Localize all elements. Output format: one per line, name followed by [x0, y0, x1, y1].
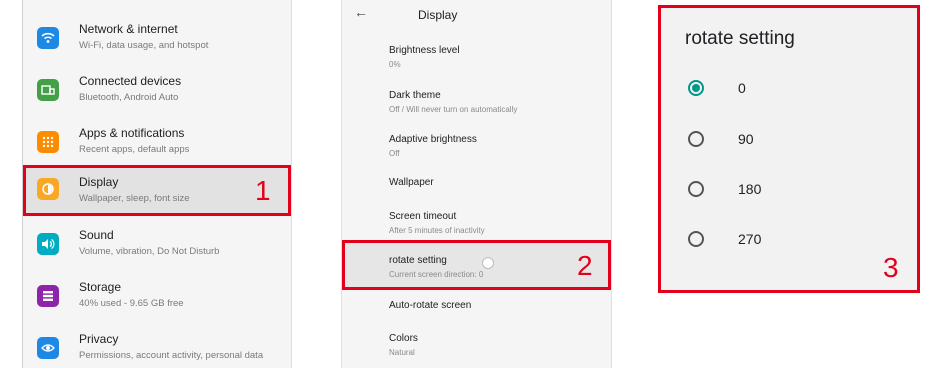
- item-title: Dark theme: [389, 90, 441, 101]
- settings-item-privacy[interactable]: Privacy Permissions, account activity, p…: [23, 326, 291, 376]
- settings-item-network[interactable]: Network & internet Wi-Fi, data usage, an…: [23, 16, 291, 66]
- radio-selected-icon[interactable]: [688, 80, 704, 96]
- callout-number-3: 3: [883, 252, 899, 283]
- item-subtitle: 40% used - 9.65 GB free: [79, 298, 184, 309]
- wifi-icon: [37, 27, 59, 49]
- display-panel: ← Display Brightness level 0% Dark theme…: [341, 0, 612, 368]
- settings-item-connected-devices[interactable]: Connected devices Bluetooth, Android Aut…: [23, 68, 291, 118]
- display-item-colors[interactable]: Colors Natural: [389, 333, 418, 357]
- item-title: Wallpaper: [389, 177, 434, 188]
- apps-icon: [37, 131, 59, 153]
- item-title: Privacy: [79, 332, 119, 346]
- item-title: Sound: [79, 228, 114, 242]
- item-subtitle: Off / Will never turn on automatically: [389, 105, 518, 114]
- storage-icon: [37, 285, 59, 307]
- app-bar: ← Display: [342, 0, 611, 28]
- dialog-title: rotate setting: [685, 28, 795, 49]
- item-subtitle: Natural: [389, 348, 415, 357]
- display-item-wallpaper[interactable]: Wallpaper: [389, 177, 434, 188]
- settings-item-sound[interactable]: Sound Volume, vibration, Do Not Disturb: [23, 222, 291, 272]
- option-label: 90: [738, 131, 754, 147]
- back-arrow-icon[interactable]: ←: [354, 4, 368, 20]
- settings-item-storage[interactable]: Storage 40% used - 9.65 GB free: [23, 274, 291, 324]
- callout-number-1: 1: [255, 175, 271, 206]
- item-subtitle: Volume, vibration, Do Not Disturb: [79, 246, 220, 257]
- item-subtitle: After 5 minutes of inactivity: [389, 226, 485, 235]
- item-title: Colors: [389, 333, 418, 344]
- option-label: 0: [738, 80, 746, 96]
- display-item-rotate-setting[interactable]: rotate setting Current screen direction:…: [389, 255, 483, 279]
- highlight-box-1: [23, 165, 291, 216]
- rotate-setting-dialog: rotate setting 0 90 180 270: [658, 5, 920, 293]
- item-subtitle: Wi-Fi, data usage, and hotspot: [79, 40, 209, 51]
- display-item-adaptive-brightness[interactable]: Adaptive brightness Off: [389, 134, 477, 158]
- callout-number-2: 2: [577, 250, 593, 281]
- item-title: Screen timeout: [389, 211, 457, 222]
- display-item-dark-theme[interactable]: Dark theme Off / Will never turn on auto…: [389, 90, 517, 114]
- display-panel-bg-top: [342, 0, 611, 240]
- item-subtitle: Off: [389, 149, 400, 158]
- display-item-screen-timeout[interactable]: Screen timeout After 5 minutes of inacti…: [389, 211, 485, 235]
- display-panel-bg-bottom: [342, 290, 611, 368]
- radio-unselected-icon[interactable]: [688, 131, 704, 147]
- connected-devices-icon: [37, 79, 59, 101]
- item-subtitle: Permissions, account activity, personal …: [79, 350, 264, 361]
- item-subtitle: 0%: [389, 60, 401, 69]
- radio-unselected-icon[interactable]: [688, 181, 704, 197]
- item-title: Apps & notifications: [79, 126, 185, 140]
- display-item-brightness[interactable]: Brightness level 0%: [389, 45, 460, 69]
- item-subtitle: Current screen direction: 0: [389, 270, 484, 279]
- settings-item-apps[interactable]: Apps & notifications Recent apps, defaul…: [23, 120, 291, 170]
- item-title: Brightness level: [389, 45, 460, 56]
- item-title: Auto-rotate screen: [389, 300, 472, 311]
- privacy-icon: [37, 337, 59, 359]
- item-title: Adaptive brightness: [389, 134, 477, 145]
- item-title: rotate setting: [389, 255, 447, 266]
- item-title: Storage: [79, 280, 122, 294]
- option-label: 180: [738, 181, 762, 197]
- item-title: Network & internet: [79, 22, 178, 36]
- item-title: Connected devices: [79, 74, 182, 88]
- option-label: 270: [738, 231, 762, 247]
- item-subtitle: Bluetooth, Android Auto: [79, 92, 179, 103]
- item-subtitle: Recent apps, default apps: [79, 144, 190, 155]
- radio-unselected-icon[interactable]: [688, 231, 704, 247]
- sound-icon: [37, 233, 59, 255]
- loading-spinner-icon: [482, 257, 494, 269]
- page-title: Display: [418, 8, 458, 22]
- display-item-auto-rotate[interactable]: Auto-rotate screen: [389, 300, 471, 311]
